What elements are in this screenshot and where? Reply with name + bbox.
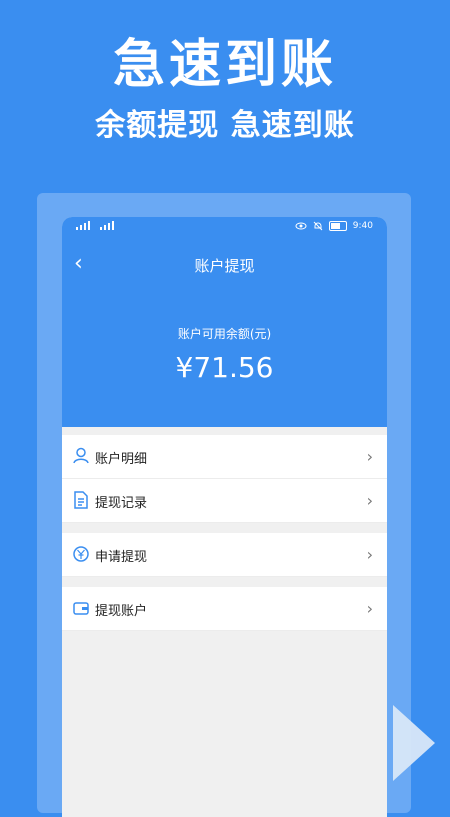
chevron-right-icon: ›	[366, 447, 373, 466]
account-menu: 账户明细 › 提现记录 › 申请提现 › 提现账户 ›	[62, 435, 387, 631]
menu-item-label: 账户明细	[95, 452, 148, 467]
document-icon	[74, 491, 88, 509]
menu-divider	[62, 577, 387, 587]
status-time: 9:40	[352, 221, 373, 231]
balance-label: 账户可用余额(元)	[177, 327, 272, 341]
chevron-right-icon: ›	[366, 599, 373, 618]
menu-item-label: 申请提现	[95, 550, 148, 565]
yen-circle-icon	[73, 546, 89, 562]
chevron-right-icon: ›	[366, 491, 373, 510]
menu-item-withdraw-account[interactable]: 提现账户 ›	[62, 587, 387, 631]
phone-screen: 9:40 ‹ 账户提现 账户可用余额(元) ¥71.56 账户明细 › 提现记录…	[62, 217, 387, 817]
watermark-triangle	[393, 705, 435, 781]
status-bar: 9:40	[62, 217, 387, 237]
promo-title: 急速到账	[112, 35, 337, 95]
page-title: 账户提现	[194, 257, 255, 275]
chevron-right-icon: ›	[366, 545, 373, 564]
menu-item-withdraw-records[interactable]: 提现记录 ›	[62, 479, 387, 523]
wallet-icon	[73, 602, 89, 615]
battery-icon	[328, 221, 347, 231]
menu-item-account-details[interactable]: 账户明细 ›	[62, 435, 387, 479]
signal-icon	[76, 221, 114, 230]
menu-item-apply-withdraw[interactable]: 申请提现 ›	[62, 533, 387, 577]
menu-item-label: 提现记录	[95, 496, 148, 511]
status-icons: 9:40	[295, 221, 373, 231]
promo-subtitle: 余额提现 急速到账	[95, 108, 355, 143]
empty-area	[62, 632, 387, 817]
account-header: 9:40 ‹ 账户提现 账户可用余额(元) ¥71.56	[62, 217, 387, 427]
eye-icon	[295, 222, 307, 230]
user-icon	[73, 447, 89, 464]
balance-amount: ¥71.56	[175, 351, 274, 384]
nav-bar: ‹ 账户提现	[62, 247, 387, 281]
bell-off-icon	[313, 221, 323, 231]
menu-item-label: 提现账户	[95, 604, 148, 619]
menu-divider	[62, 523, 387, 533]
